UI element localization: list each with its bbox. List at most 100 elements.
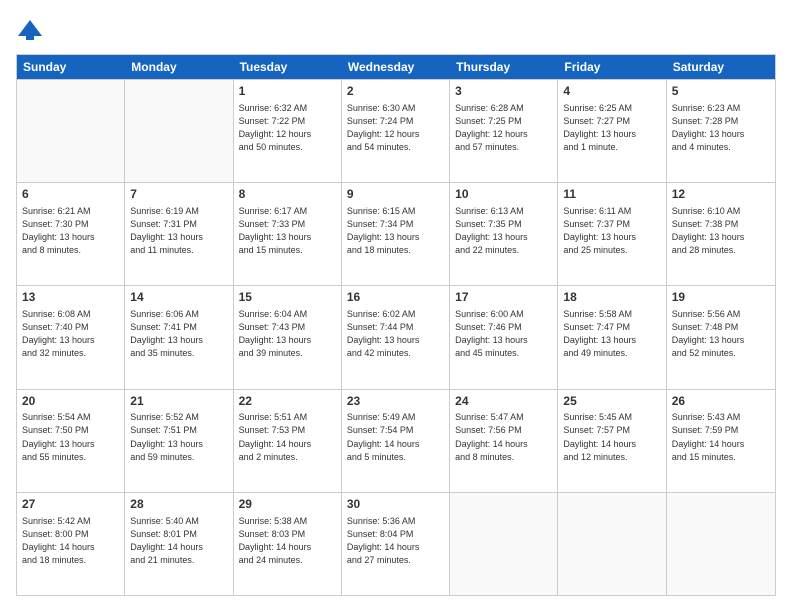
- day-info: Sunrise: 6:10 AM Sunset: 7:38 PM Dayligh…: [672, 205, 770, 257]
- day-number: 28: [130, 496, 227, 513]
- logo: [16, 16, 48, 44]
- weekday-header-tuesday: Tuesday: [234, 55, 342, 79]
- calendar-cell: 10 Sunrise: 6:13 AM Sunset: 7:35 PM Dayli…: [450, 183, 558, 285]
- day-info: Sunrise: 6:19 AM Sunset: 7:31 PM Dayligh…: [130, 205, 227, 257]
- day-info: Sunrise: 5:38 AM Sunset: 8:03 PM Dayligh…: [239, 515, 336, 567]
- weekday-header-thursday: Thursday: [450, 55, 558, 79]
- day-number: 30: [347, 496, 444, 513]
- weekday-header-sunday: Sunday: [17, 55, 125, 79]
- weekday-header-saturday: Saturday: [667, 55, 775, 79]
- day-info: Sunrise: 6:25 AM Sunset: 7:27 PM Dayligh…: [563, 102, 660, 154]
- day-info: Sunrise: 6:13 AM Sunset: 7:35 PM Dayligh…: [455, 205, 552, 257]
- day-info: Sunrise: 6:04 AM Sunset: 7:43 PM Dayligh…: [239, 308, 336, 360]
- day-number: 2: [347, 83, 444, 100]
- calendar-cell: 30 Sunrise: 5:36 AM Sunset: 8:04 PM Dayli…: [342, 493, 450, 595]
- day-number: 20: [22, 393, 119, 410]
- weekday-header-friday: Friday: [558, 55, 666, 79]
- calendar-row-2: 6 Sunrise: 6:21 AM Sunset: 7:30 PM Daylig…: [17, 182, 775, 285]
- calendar-body: 1 Sunrise: 6:32 AM Sunset: 7:22 PM Daylig…: [17, 79, 775, 595]
- day-number: 13: [22, 289, 119, 306]
- day-number: 5: [672, 83, 770, 100]
- calendar-header: SundayMondayTuesdayWednesdayThursdayFrid…: [17, 55, 775, 79]
- calendar-cell: 15 Sunrise: 6:04 AM Sunset: 7:43 PM Dayli…: [234, 286, 342, 388]
- day-info: Sunrise: 6:23 AM Sunset: 7:28 PM Dayligh…: [672, 102, 770, 154]
- calendar-row-4: 20Sunrise: 5:54 AM Sunset: 7:50 PM Dayli…: [17, 389, 775, 492]
- day-number: 26: [672, 393, 770, 410]
- day-number: 17: [455, 289, 552, 306]
- calendar-cell: [17, 80, 125, 182]
- day-number: 1: [239, 83, 336, 100]
- day-number: 10: [455, 186, 552, 203]
- day-info: Sunrise: 6:32 AM Sunset: 7:22 PM Dayligh…: [239, 102, 336, 154]
- day-info: Sunrise: 5:52 AM Sunset: 7:51 PM Dayligh…: [130, 411, 227, 463]
- day-info: Sunrise: 6:15 AM Sunset: 7:34 PM Dayligh…: [347, 205, 444, 257]
- day-number: 15: [239, 289, 336, 306]
- day-info: Sunrise: 5:40 AM Sunset: 8:01 PM Dayligh…: [130, 515, 227, 567]
- day-info: Sunrise: 6:30 AM Sunset: 7:24 PM Dayligh…: [347, 102, 444, 154]
- calendar-cell: 5 Sunrise: 6:23 AM Sunset: 7:28 PM Daylig…: [667, 80, 775, 182]
- calendar-cell: 13 Sunrise: 6:08 AM Sunset: 7:40 PM Dayli…: [17, 286, 125, 388]
- day-number: 22: [239, 393, 336, 410]
- calendar-cell: 29 Sunrise: 5:38 AM Sunset: 8:03 PM Dayli…: [234, 493, 342, 595]
- calendar-cell: 7Sunrise: 6:19 AM Sunset: 7:31 PM Daylig…: [125, 183, 233, 285]
- day-info: Sunrise: 5:58 AM Sunset: 7:47 PM Dayligh…: [563, 308, 660, 360]
- calendar-row-5: 27 Sunrise: 5:42 AM Sunset: 8:00 PM Dayli…: [17, 492, 775, 595]
- calendar-cell: 25Sunrise: 5:45 AM Sunset: 7:57 PM Dayli…: [558, 390, 666, 492]
- calendar-cell: [667, 493, 775, 595]
- calendar-cell: 4 Sunrise: 6:25 AM Sunset: 7:27 PM Daylig…: [558, 80, 666, 182]
- calendar-row-3: 13 Sunrise: 6:08 AM Sunset: 7:40 PM Dayli…: [17, 285, 775, 388]
- day-number: 14: [130, 289, 227, 306]
- day-number: 21: [130, 393, 227, 410]
- calendar-cell: 27 Sunrise: 5:42 AM Sunset: 8:00 PM Dayli…: [17, 493, 125, 595]
- day-number: 12: [672, 186, 770, 203]
- calendar-cell: 28 Sunrise: 5:40 AM Sunset: 8:01 PM Dayli…: [125, 493, 233, 595]
- day-info: Sunrise: 6:06 AM Sunset: 7:41 PM Dayligh…: [130, 308, 227, 360]
- page: SundayMondayTuesdayWednesdayThursdayFrid…: [0, 0, 792, 612]
- calendar-cell: 1 Sunrise: 6:32 AM Sunset: 7:22 PM Daylig…: [234, 80, 342, 182]
- day-number: 6: [22, 186, 119, 203]
- day-number: 4: [563, 83, 660, 100]
- calendar: SundayMondayTuesdayWednesdayThursdayFrid…: [16, 54, 776, 596]
- calendar-cell: 23Sunrise: 5:49 AM Sunset: 7:54 PM Dayli…: [342, 390, 450, 492]
- day-number: 3: [455, 83, 552, 100]
- weekday-header-monday: Monday: [125, 55, 233, 79]
- day-info: Sunrise: 6:08 AM Sunset: 7:40 PM Dayligh…: [22, 308, 119, 360]
- calendar-cell: 16Sunrise: 6:02 AM Sunset: 7:44 PM Dayli…: [342, 286, 450, 388]
- header: [16, 16, 776, 44]
- weekday-header-wednesday: Wednesday: [342, 55, 450, 79]
- calendar-cell: 17Sunrise: 6:00 AM Sunset: 7:46 PM Dayli…: [450, 286, 558, 388]
- day-info: Sunrise: 5:42 AM Sunset: 8:00 PM Dayligh…: [22, 515, 119, 567]
- calendar-cell: [125, 80, 233, 182]
- day-info: Sunrise: 5:36 AM Sunset: 8:04 PM Dayligh…: [347, 515, 444, 567]
- day-info: Sunrise: 6:28 AM Sunset: 7:25 PM Dayligh…: [455, 102, 552, 154]
- calendar-cell: 6 Sunrise: 6:21 AM Sunset: 7:30 PM Daylig…: [17, 183, 125, 285]
- day-info: Sunrise: 6:21 AM Sunset: 7:30 PM Dayligh…: [22, 205, 119, 257]
- day-number: 9: [347, 186, 444, 203]
- calendar-cell: 18 Sunrise: 5:58 AM Sunset: 7:47 PM Dayli…: [558, 286, 666, 388]
- day-info: Sunrise: 5:45 AM Sunset: 7:57 PM Dayligh…: [563, 411, 660, 463]
- day-info: Sunrise: 6:02 AM Sunset: 7:44 PM Dayligh…: [347, 308, 444, 360]
- day-info: Sunrise: 5:47 AM Sunset: 7:56 PM Dayligh…: [455, 411, 552, 463]
- day-number: 27: [22, 496, 119, 513]
- calendar-cell: 11Sunrise: 6:11 AM Sunset: 7:37 PM Dayli…: [558, 183, 666, 285]
- day-number: 24: [455, 393, 552, 410]
- day-number: 29: [239, 496, 336, 513]
- day-info: Sunrise: 6:11 AM Sunset: 7:37 PM Dayligh…: [563, 205, 660, 257]
- calendar-cell: 20Sunrise: 5:54 AM Sunset: 7:50 PM Dayli…: [17, 390, 125, 492]
- day-info: Sunrise: 5:51 AM Sunset: 7:53 PM Dayligh…: [239, 411, 336, 463]
- calendar-cell: 12 Sunrise: 6:10 AM Sunset: 7:38 PM Dayli…: [667, 183, 775, 285]
- day-number: 8: [239, 186, 336, 203]
- calendar-cell: 21Sunrise: 5:52 AM Sunset: 7:51 PM Dayli…: [125, 390, 233, 492]
- calendar-cell: 14 Sunrise: 6:06 AM Sunset: 7:41 PM Dayli…: [125, 286, 233, 388]
- calendar-cell: 26Sunrise: 5:43 AM Sunset: 7:59 PM Dayli…: [667, 390, 775, 492]
- day-info: Sunrise: 5:54 AM Sunset: 7:50 PM Dayligh…: [22, 411, 119, 463]
- day-number: 18: [563, 289, 660, 306]
- day-info: Sunrise: 5:56 AM Sunset: 7:48 PM Dayligh…: [672, 308, 770, 360]
- calendar-cell: 2 Sunrise: 6:30 AM Sunset: 7:24 PM Daylig…: [342, 80, 450, 182]
- calendar-cell: 19Sunrise: 5:56 AM Sunset: 7:48 PM Dayli…: [667, 286, 775, 388]
- calendar-cell: 9 Sunrise: 6:15 AM Sunset: 7:34 PM Daylig…: [342, 183, 450, 285]
- day-number: 25: [563, 393, 660, 410]
- calendar-cell: [450, 493, 558, 595]
- calendar-cell: 3 Sunrise: 6:28 AM Sunset: 7:25 PM Daylig…: [450, 80, 558, 182]
- calendar-cell: 8Sunrise: 6:17 AM Sunset: 7:33 PM Daylig…: [234, 183, 342, 285]
